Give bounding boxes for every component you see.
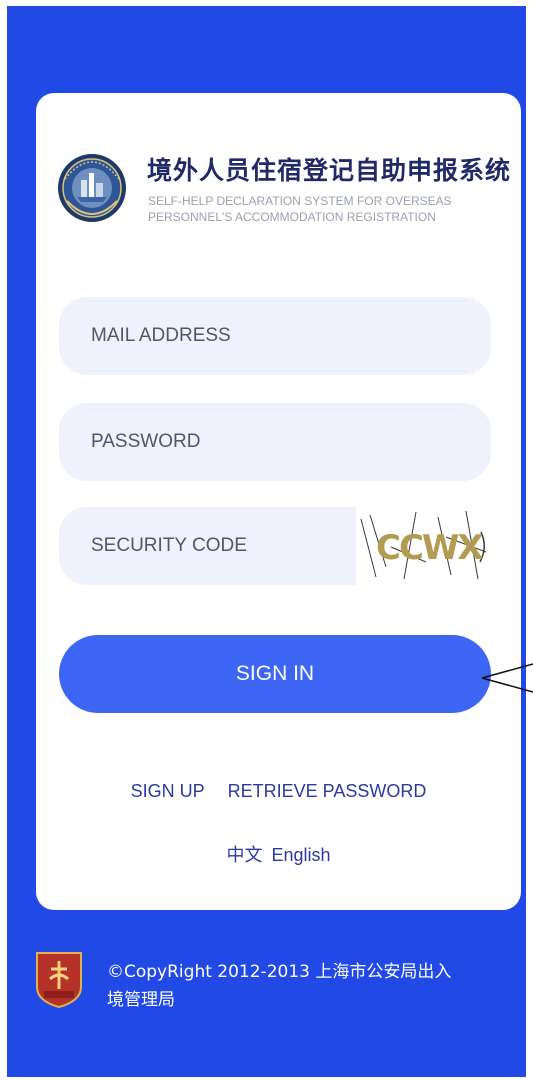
- sign-in-button[interactable]: SIGN IN: [59, 635, 491, 713]
- system-subtitle: SELF-HELP DECLARATION SYSTEM FOR OVERSEA…: [148, 194, 452, 224]
- password-placeholder: PASSWORD: [91, 431, 201, 452]
- login-card: 境外人员住宿登记自助申报系统 SELF-HELP DECLARATION SYS…: [36, 93, 521, 910]
- sign-up-link[interactable]: SIGN UP: [131, 781, 205, 801]
- system-title: 境外人员住宿登记自助申报系统: [147, 156, 512, 185]
- copyright-text: ©CopyRight 2012-2013 上海市公安局出入境管理局: [107, 962, 452, 1010]
- security-code-field[interactable]: SECURITY CODE CCWX: [59, 507, 491, 585]
- security-code-placeholder: SECURITY CODE: [91, 535, 247, 556]
- email-placeholder: MAIL ADDRESS: [91, 325, 231, 346]
- auth-links: SIGN UP RETRIEVE PASSWORD: [36, 781, 521, 802]
- retrieve-password-link[interactable]: RETRIEVE PASSWORD: [228, 781, 427, 801]
- police-emblem-icon: [58, 154, 126, 222]
- email-field[interactable]: MAIL ADDRESS: [59, 297, 491, 375]
- captcha-text: CCWX: [376, 528, 483, 568]
- app-screen: 境外人员住宿登记自助申报系统 SELF-HELP DECLARATION SYS…: [7, 6, 526, 1077]
- language-chinese-link[interactable]: 中文: [226, 845, 262, 865]
- language-english-link[interactable]: English: [271, 845, 330, 865]
- captcha-image[interactable]: CCWX: [356, 507, 491, 585]
- password-field[interactable]: PASSWORD: [59, 403, 491, 481]
- language-switcher: 中文 English: [36, 841, 521, 867]
- immigration-badge-icon: [36, 952, 82, 1009]
